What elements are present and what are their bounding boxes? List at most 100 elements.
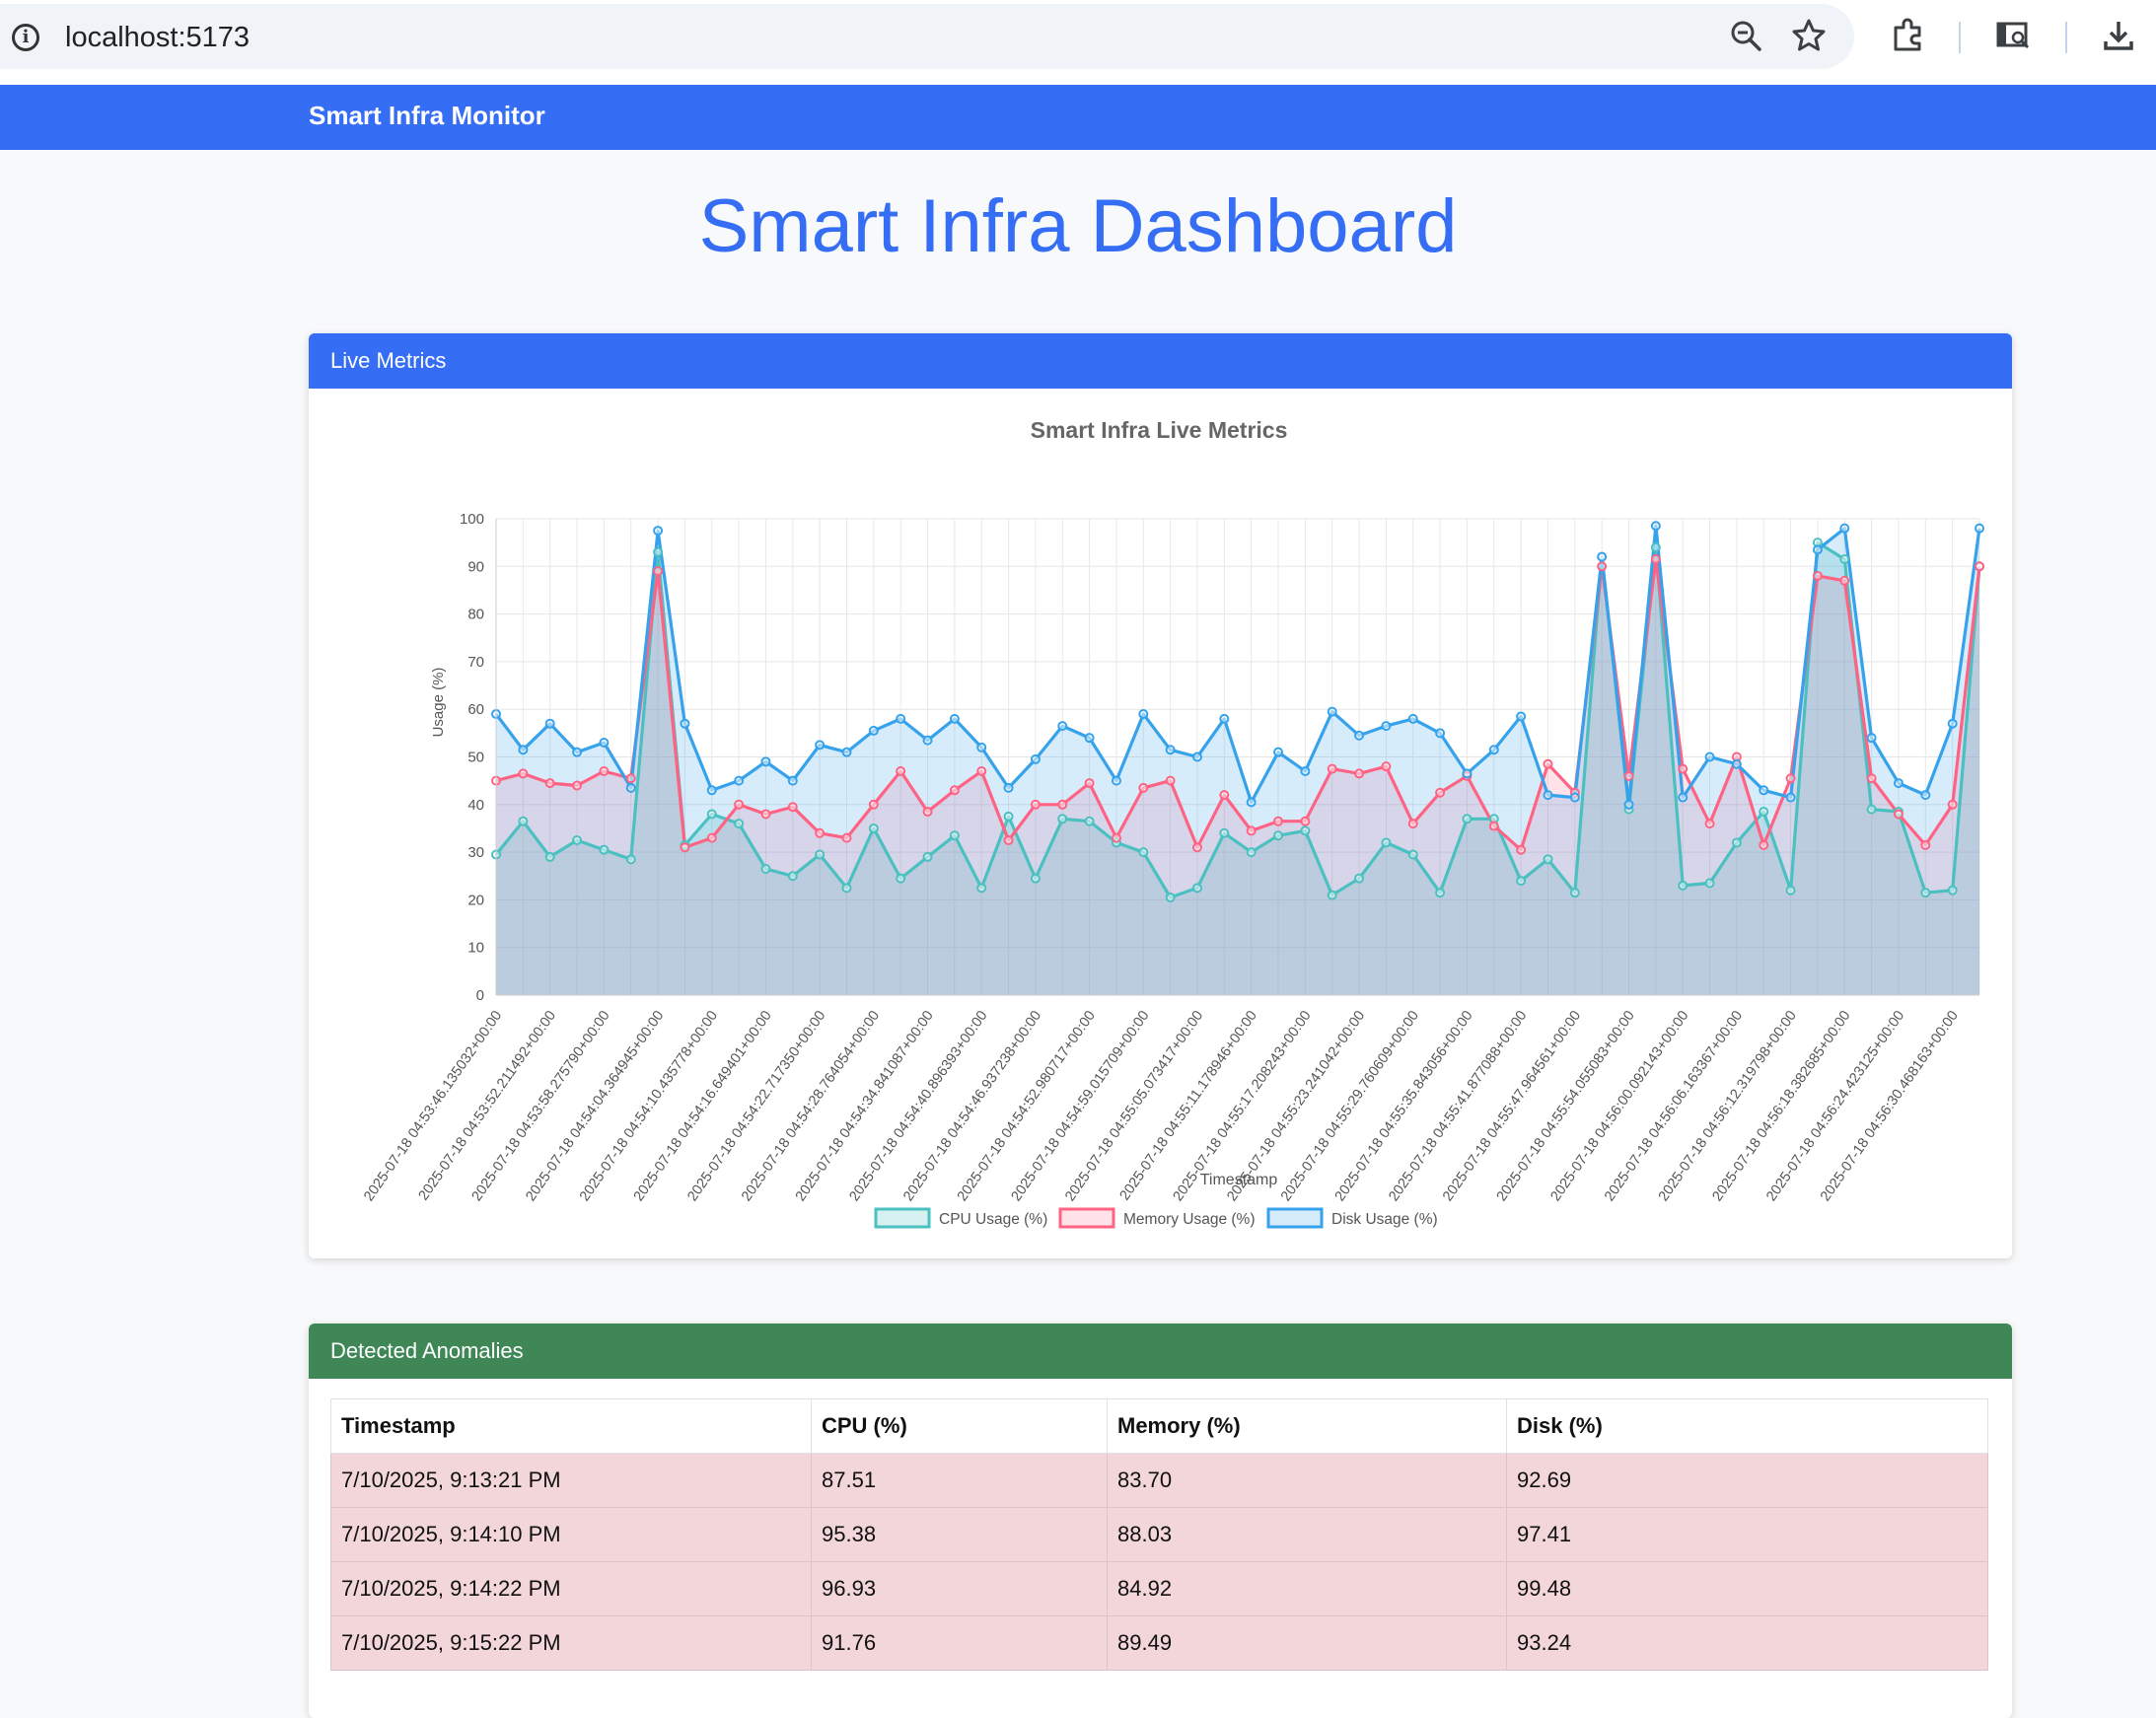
data-point bbox=[1381, 837, 1392, 848]
data-point bbox=[1030, 873, 1041, 884]
download-icon[interactable] bbox=[2101, 18, 2136, 53]
data-point bbox=[1488, 745, 1499, 755]
star-icon[interactable] bbox=[1791, 18, 1827, 53]
column-header-disk: Disk (%) bbox=[1506, 1398, 1988, 1454]
data-point bbox=[1704, 752, 1715, 762]
toolbar-separator bbox=[2065, 22, 2067, 53]
data-point bbox=[1731, 837, 1742, 848]
data-point bbox=[1246, 847, 1257, 858]
data-point bbox=[1354, 768, 1365, 779]
y-tick-label: 0 bbox=[476, 987, 484, 1004]
y-tick-label: 100 bbox=[460, 511, 484, 528]
data-point bbox=[949, 785, 960, 796]
data-point bbox=[868, 725, 879, 736]
data-point bbox=[1839, 575, 1850, 586]
data-point bbox=[1219, 713, 1230, 724]
y-tick-label: 30 bbox=[467, 844, 484, 861]
data-point bbox=[518, 768, 529, 779]
data-point bbox=[1354, 873, 1365, 884]
data-point bbox=[1462, 768, 1473, 779]
data-point bbox=[976, 883, 987, 894]
data-point bbox=[1543, 790, 1553, 801]
navbar-brand[interactable]: Smart Infra Monitor bbox=[309, 101, 545, 131]
data-point bbox=[868, 823, 879, 833]
data-point bbox=[1084, 778, 1095, 789]
data-point bbox=[922, 807, 933, 818]
data-point bbox=[1354, 730, 1365, 741]
y-tick-label: 90 bbox=[467, 558, 484, 575]
data-point bbox=[1866, 804, 1877, 815]
table-row: 7/10/2025, 9:14:10 PM 95.38 88.03 97.41 bbox=[330, 1507, 1988, 1562]
data-point bbox=[1138, 709, 1149, 720]
data-point bbox=[815, 849, 826, 860]
data-point bbox=[1812, 570, 1823, 581]
data-point bbox=[1165, 892, 1176, 902]
cell-disk: 99.48 bbox=[1506, 1561, 1988, 1616]
y-tick-label: 10 bbox=[467, 940, 484, 957]
data-point bbox=[572, 780, 583, 791]
url-text[interactable]: localhost:5173 bbox=[65, 22, 250, 54]
data-point bbox=[1084, 733, 1095, 744]
navbar: Smart Infra Monitor bbox=[0, 85, 2156, 150]
data-point bbox=[1516, 711, 1527, 722]
table-row: 7/10/2025, 9:15:22 PM 91.76 89.49 93.24 bbox=[330, 1615, 1988, 1671]
detected-anomalies-header: Detected Anomalies bbox=[309, 1324, 2012, 1379]
data-point bbox=[976, 742, 987, 752]
data-point bbox=[815, 827, 826, 838]
data-point bbox=[896, 765, 906, 776]
page-title: Smart Infra Dashboard bbox=[698, 184, 1458, 268]
screen-search-icon[interactable] bbox=[1996, 18, 2032, 53]
cell-memory: 88.03 bbox=[1107, 1507, 1507, 1562]
data-point bbox=[1543, 758, 1553, 769]
data-point bbox=[1947, 718, 1958, 729]
data-point bbox=[1785, 773, 1796, 784]
data-point bbox=[1381, 761, 1392, 772]
data-point bbox=[1839, 554, 1850, 565]
data-point bbox=[896, 713, 906, 724]
data-point bbox=[1191, 842, 1202, 853]
data-point bbox=[1381, 721, 1392, 732]
live-metrics-header: Live Metrics bbox=[309, 333, 2012, 389]
data-point bbox=[787, 802, 798, 813]
y-tick-label: 70 bbox=[467, 654, 484, 671]
data-point bbox=[1003, 835, 1014, 846]
data-point bbox=[1273, 747, 1284, 757]
data-point bbox=[1407, 819, 1418, 829]
cell-disk: 93.24 bbox=[1506, 1615, 1988, 1671]
data-point bbox=[706, 785, 717, 796]
info-icon[interactable]: i bbox=[12, 24, 39, 51]
data-point bbox=[653, 526, 664, 537]
data-point bbox=[1516, 876, 1527, 887]
data-point bbox=[544, 718, 555, 729]
series-line bbox=[494, 524, 1981, 807]
chart-title: Smart Infra Live Metrics bbox=[1031, 417, 1288, 443]
data-point bbox=[1057, 721, 1068, 732]
data-point bbox=[1785, 792, 1796, 803]
address-bar[interactable]: i localhost:5173 bbox=[0, 4, 1854, 69]
data-point bbox=[1975, 523, 1984, 534]
data-point bbox=[1623, 799, 1634, 810]
cell-memory: 84.92 bbox=[1107, 1561, 1507, 1616]
cell-timestamp: 7/10/2025, 9:15:22 PM bbox=[330, 1615, 812, 1671]
data-point bbox=[599, 765, 610, 776]
data-point bbox=[1704, 819, 1715, 829]
chart-x-axis-label: Timestamp bbox=[1200, 1172, 1278, 1188]
data-point bbox=[1678, 763, 1689, 774]
data-point bbox=[1893, 809, 1904, 820]
chart-legend: CPU Usage (%) Memory Usage (%) Disk Usage … bbox=[874, 1207, 1438, 1229]
data-point bbox=[949, 713, 960, 724]
data-point bbox=[680, 718, 690, 729]
data-point bbox=[518, 816, 529, 826]
extensions-icon[interactable] bbox=[1890, 18, 1925, 53]
column-header-memory: Memory (%) bbox=[1107, 1398, 1507, 1454]
data-point bbox=[1300, 816, 1311, 826]
data-point bbox=[868, 799, 879, 810]
zoom-out-icon[interactable] bbox=[1728, 18, 1763, 53]
data-point bbox=[1920, 839, 1931, 850]
data-point bbox=[1488, 821, 1499, 831]
browser-toolbar: i localhost:5173 bbox=[0, 0, 2156, 85]
data-point bbox=[1650, 521, 1661, 532]
y-tick-label: 80 bbox=[467, 607, 484, 623]
data-point bbox=[1569, 888, 1580, 898]
data-point bbox=[1839, 523, 1850, 534]
